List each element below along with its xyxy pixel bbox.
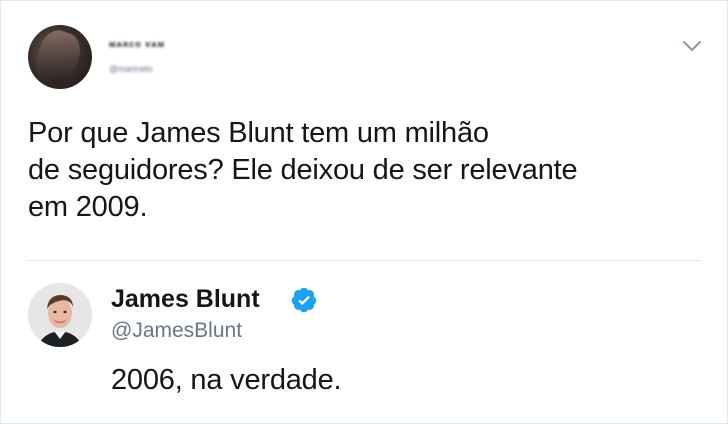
author-name-blurred[interactable]: ᴍᴀʀᴄᴏ ᴠᴀᴍ <box>109 39 199 49</box>
tweet-card: ᴍᴀʀᴄᴏ ᴠᴀᴍ @marinelo Por que James Blunt … <box>0 0 728 424</box>
reply-author-name[interactable]: James Blunt <box>111 285 260 314</box>
author-avatar[interactable] <box>28 25 92 89</box>
tweet-text: Por que James Blunt tem um milhão de seg… <box>28 117 578 223</box>
avatar-blurred-photo <box>30 26 86 88</box>
avatar-photo <box>28 283 92 347</box>
reply-author-handle[interactable]: @JamesBlunt <box>111 319 242 343</box>
author-handle-blurred[interactable]: @marinelo <box>109 64 189 74</box>
reply-author-avatar[interactable] <box>28 283 92 347</box>
chevron-down-icon[interactable] <box>681 37 703 55</box>
verified-badge-icon <box>291 287 317 313</box>
reply-text: 2006, na verdade. <box>111 364 342 396</box>
reply-tweet[interactable]: James Blunt @JamesBlunt 2006, na verdade… <box>28 260 702 401</box>
